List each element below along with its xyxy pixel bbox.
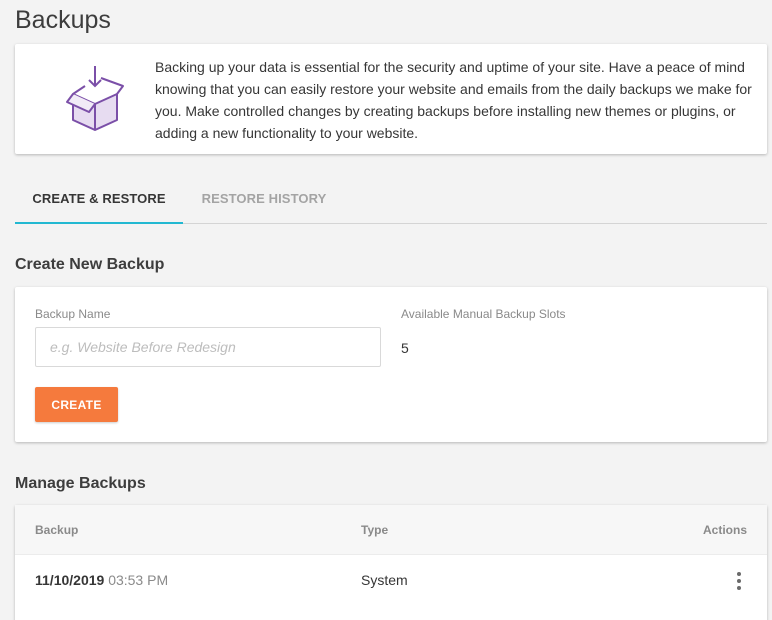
tab-bar: CREATE & RESTORE RESTORE HISTORY bbox=[15, 183, 767, 224]
backup-time: 03:53 PM bbox=[108, 572, 169, 588]
column-header-backup: Backup bbox=[35, 523, 79, 537]
slots-value: 5 bbox=[401, 340, 409, 356]
box-download-icon bbox=[65, 66, 125, 132]
column-header-actions: Actions bbox=[702, 523, 747, 537]
column-header-type: Type bbox=[361, 523, 389, 537]
intro-card: Backing up your data is essential for th… bbox=[15, 44, 767, 154]
table-row: 11/10/2019 03:53 PM System bbox=[15, 555, 767, 605]
intro-text: Backing up your data is essential for th… bbox=[155, 59, 752, 141]
backup-date: 11/10/2019 03:53 PM bbox=[35, 572, 168, 588]
kebab-menu-icon[interactable] bbox=[731, 570, 747, 592]
slots-label: Available Manual Backup Slots bbox=[401, 307, 566, 321]
tab-restore-history[interactable]: RESTORE HISTORY bbox=[183, 183, 345, 223]
backup-name-label: Backup Name bbox=[35, 307, 111, 321]
create-button[interactable]: CREATE bbox=[35, 387, 118, 422]
create-section-title: Create New Backup bbox=[15, 256, 165, 273]
backup-date-value: 11/10/2019 bbox=[35, 572, 105, 588]
backup-type: System bbox=[361, 572, 408, 588]
create-backup-card: Backup Name Available Manual Backup Slot… bbox=[15, 287, 767, 442]
page-title: Backups bbox=[15, 6, 111, 34]
tab-create-restore[interactable]: CREATE & RESTORE bbox=[15, 183, 183, 224]
backup-name-input[interactable] bbox=[35, 327, 381, 367]
backups-table: Backup Type Actions 11/10/2019 03:53 PM … bbox=[15, 505, 767, 620]
table-header: Backup Type Actions bbox=[15, 505, 767, 555]
manage-section-title: Manage Backups bbox=[15, 475, 146, 492]
